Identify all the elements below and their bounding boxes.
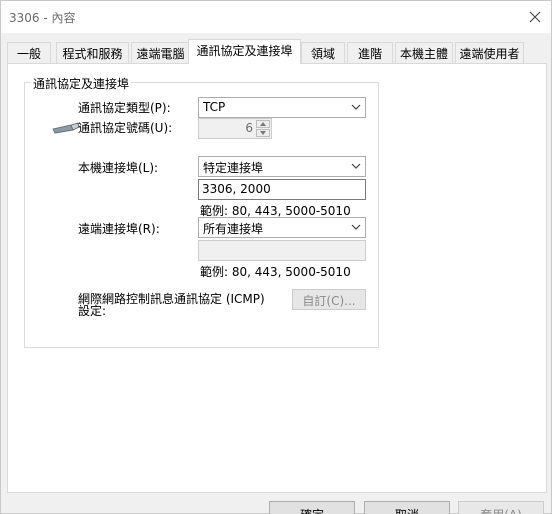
- properties-dialog: 3306 - 內容 一般 程式和服務 遠端電腦 通訊協定及連接埠 領域 進階 本…: [0, 0, 552, 514]
- window-title: 3306 - 內容: [9, 11, 76, 25]
- protocol-number-stepper[interactable]: 6: [198, 118, 272, 139]
- protocols-ports-group: 通訊協定及連接埠 通訊協定類型(P): TCP 通訊協定號碼(U): 6 本機連…: [24, 75, 379, 348]
- icmp-label-suffix: 設定:: [78, 304, 107, 318]
- stepper-up-button[interactable]: [256, 120, 270, 128]
- chevron-up-icon: [260, 122, 266, 126]
- tab-scope[interactable]: 領域: [301, 42, 345, 63]
- chevron-down-icon: [351, 163, 361, 169]
- close-icon: [529, 11, 541, 23]
- close-button[interactable]: [519, 1, 551, 33]
- remote-port-select[interactable]: 所有連接埠: [198, 217, 366, 238]
- protocol-number-label: 通訊協定號碼(U):: [78, 121, 173, 135]
- tab-page: 通訊協定及連接埠 通訊協定類型(P): TCP 通訊協定號碼(U): 6 本機連…: [7, 63, 547, 493]
- protocol-type-label: 通訊協定類型(P):: [78, 101, 171, 115]
- remote-port-input[interactable]: [198, 240, 366, 261]
- tab-general[interactable]: 一般: [7, 42, 51, 63]
- remote-port-hint: 範例: 80, 443, 5000-5010: [200, 265, 351, 279]
- chevron-down-icon: [260, 131, 266, 135]
- tab-remote-computers[interactable]: 遠端電腦: [131, 42, 190, 63]
- local-port-select[interactable]: 特定連接埠: [198, 156, 366, 177]
- protocol-number-value: 6: [245, 121, 253, 135]
- remote-port-label: 遠端連接埠(R):: [78, 222, 160, 236]
- title-bar: 3306 - 內容: [1, 1, 551, 33]
- local-port-label: 本機連接埠(L):: [78, 161, 159, 175]
- chevron-down-icon: [351, 224, 361, 230]
- tab-protocols-ports[interactable]: 通訊協定及連接埠: [188, 39, 301, 64]
- group-legend: 通訊協定及連接埠: [31, 75, 132, 92]
- tab-programs-services[interactable]: 程式和服務: [56, 42, 129, 63]
- tab-advanced[interactable]: 進階: [347, 42, 393, 63]
- stepper-down-button[interactable]: [256, 129, 270, 137]
- local-port-select-value: 特定連接埠: [203, 161, 264, 175]
- local-port-input[interactable]: 3306, 2000: [198, 179, 366, 200]
- tab-remote-users[interactable]: 遠端使用者: [455, 42, 524, 63]
- apply-button[interactable]: 套用(A): [458, 501, 544, 514]
- stepper-buttons: [256, 120, 270, 137]
- icmp-customize-button[interactable]: 自訂(C)...: [292, 289, 366, 310]
- ok-button[interactable]: 確定: [269, 501, 355, 514]
- protocol-type-value: TCP: [203, 100, 226, 114]
- plug-icon: [52, 122, 81, 134]
- remote-port-select-value: 所有連接埠: [203, 222, 264, 236]
- protocol-type-select[interactable]: TCP: [198, 97, 366, 118]
- tab-local-principals[interactable]: 本機主體: [395, 42, 453, 63]
- cancel-button[interactable]: 取消: [364, 501, 450, 514]
- chevron-down-icon: [351, 104, 361, 110]
